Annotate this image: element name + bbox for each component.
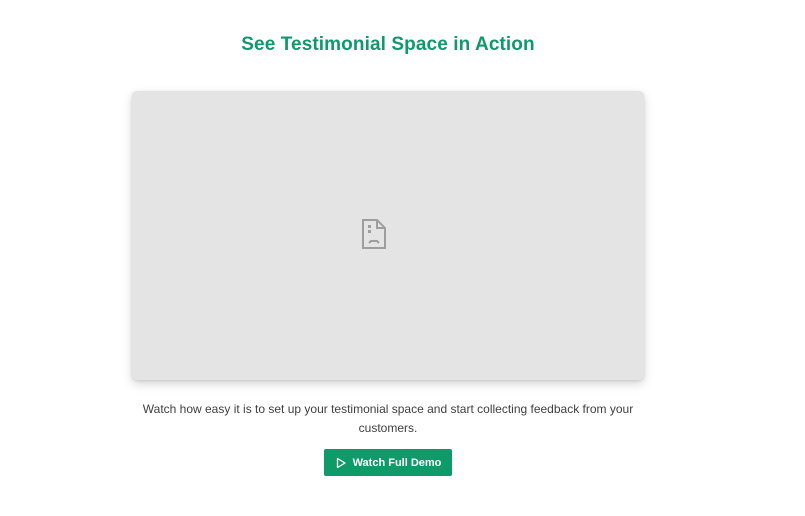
watch-full-demo-label: Watch Full Demo: [352, 456, 442, 469]
watch-full-demo-button[interactable]: Watch Full Demo: [324, 449, 452, 476]
section-description: Watch how easy it is to set up your test…: [142, 402, 634, 435]
demo-video-player[interactable]: [132, 91, 644, 380]
section-title: See Testimonial Space in Action: [241, 34, 535, 55]
broken-document-icon: [362, 219, 386, 249]
play-icon: [336, 457, 346, 468]
